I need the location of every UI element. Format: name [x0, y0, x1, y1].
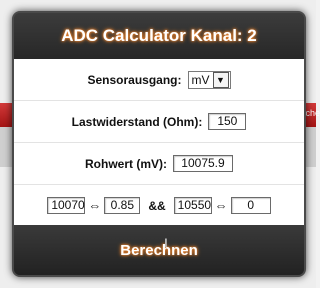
input-high-field[interactable]: 10550 [173, 197, 212, 214]
bidirectional-arrow-icon: ⇔ [214, 198, 228, 213]
dialog-footer: Berechnen I [14, 225, 304, 275]
sensor-output-label: Sensorausgang: [87, 72, 182, 87]
calculate-button-label: Berechnen [120, 241, 198, 259]
load-resistance-label: Lastwiderstand (Ohm): [71, 114, 203, 129]
sensor-output-select[interactable]: mV ▼ [187, 70, 231, 89]
output-high-field[interactable]: 0 [230, 197, 271, 214]
and-separator: && [148, 198, 166, 213]
output-low-field[interactable]: 0.85 [104, 197, 141, 214]
bidirectional-arrow-icon: ⇔ [88, 198, 102, 213]
raw-value-label: Rohwert (mV): [85, 156, 167, 171]
background-edge-text: che [305, 108, 320, 118]
raw-value-row: Rohwert (mV): 10075.9 [14, 143, 304, 185]
adc-calculator-dialog: ADC Calculator Kanal: 2 Sensorausgang: m… [12, 11, 306, 277]
sensor-output-row: Sensorausgang: mV ▼ [14, 59, 304, 101]
sensor-output-value: mV [191, 72, 210, 87]
text-cursor-icon: I [164, 235, 168, 250]
load-resistance-input[interactable]: 150 [208, 113, 247, 130]
calculate-button[interactable]: Berechnen I [120, 236, 198, 259]
mapping-row: 10070 ⇔ 0.85 && 10550 ⇔ 0 [14, 185, 304, 226]
input-low-field[interactable]: 10070 [47, 197, 86, 214]
chevron-down-icon[interactable]: ▼ [212, 71, 229, 88]
load-resistance-row: Lastwiderstand (Ohm): 150 [14, 101, 304, 143]
dialog-body: Sensorausgang: mV ▼ Lastwiderstand (Ohm)… [14, 59, 304, 225]
dialog-title: ADC Calculator Kanal: 2 [14, 13, 304, 59]
raw-value-input[interactable]: 10075.9 [173, 155, 233, 172]
